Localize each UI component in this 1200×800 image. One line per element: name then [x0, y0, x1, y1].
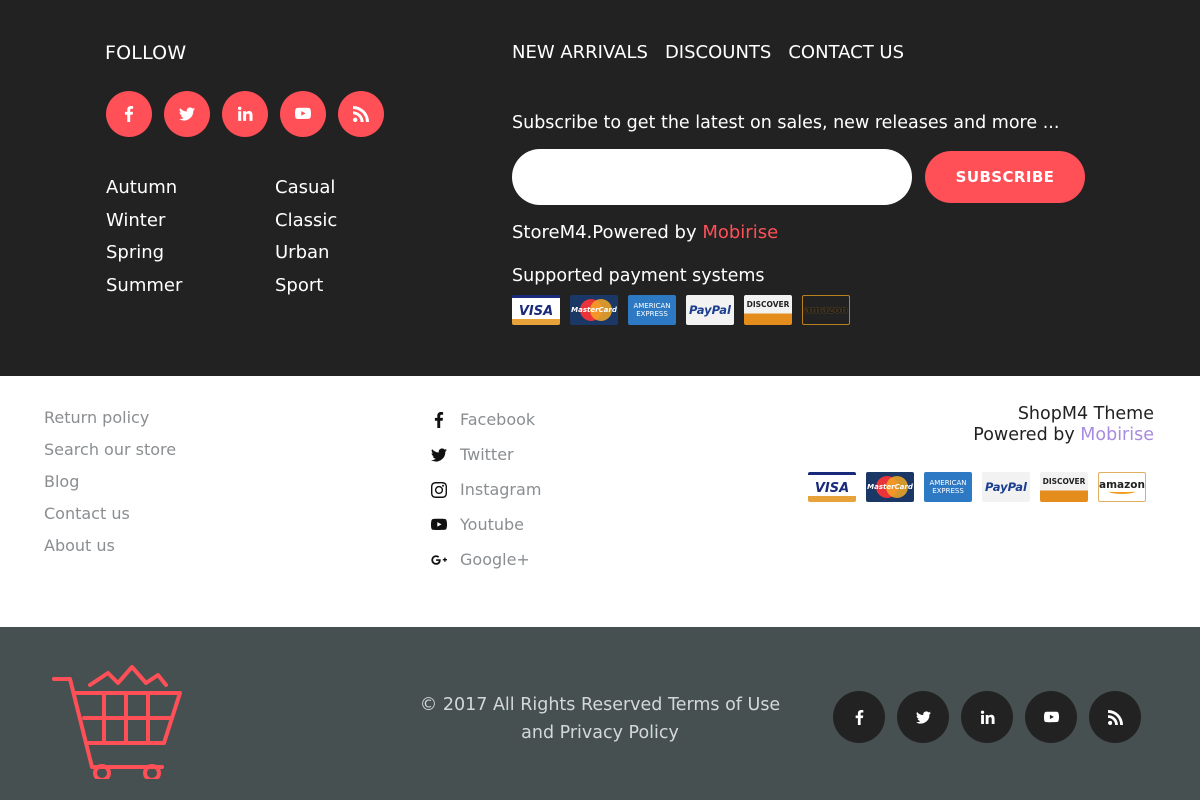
- facebook-icon: [431, 412, 447, 428]
- style-link[interactable]: Sport: [275, 270, 337, 303]
- youtube-icon: [431, 517, 447, 533]
- mastercard-icon: MasterCard: [866, 472, 914, 502]
- social-links-list: Facebook Twitter Instagram Youtube Googl…: [431, 402, 541, 577]
- season-link[interactable]: Summer: [106, 270, 182, 303]
- about-us-link[interactable]: About us: [44, 530, 176, 562]
- amex-icon: AMERICAN EXPRESS: [924, 472, 972, 502]
- linkedin-icon: [237, 106, 253, 122]
- copyright-text: © 2017 All Rights Reserved Terms of Use …: [419, 695, 781, 743]
- twitter-icon: [179, 106, 195, 122]
- facebook-link[interactable]: Facebook: [431, 402, 541, 437]
- linkedin-button[interactable]: [961, 691, 1013, 743]
- twitter-icon: [916, 710, 931, 725]
- linkedin-button[interactable]: [222, 91, 268, 137]
- footer-bottom: © 2017 All Rights Reserved Terms of Use …: [0, 627, 1200, 800]
- blog-link[interactable]: Blog: [44, 466, 176, 498]
- twitter-button[interactable]: [897, 691, 949, 743]
- facebook-button[interactable]: [833, 691, 885, 743]
- paypal-icon: PayPal: [982, 472, 1030, 502]
- twitter-button[interactable]: [164, 91, 210, 137]
- paypal-icon: PayPal: [686, 295, 734, 325]
- footer-nav: NEW ARRIVALS DISCOUNTS CONTACT US: [512, 42, 904, 63]
- powered-by-prefix: StoreM4.Powered by: [512, 222, 703, 243]
- google-plus-icon: [431, 552, 447, 568]
- search-store-link[interactable]: Search our store: [44, 434, 176, 466]
- footer-top: FOLLOW Autumn Winter Spring Summer Casua…: [0, 0, 1200, 376]
- shopping-cart-logo: [52, 665, 182, 779]
- youtube-button[interactable]: [1025, 691, 1077, 743]
- style-link[interactable]: Casual: [275, 172, 337, 205]
- return-policy-link[interactable]: Return policy: [44, 402, 176, 434]
- rss-icon: [1108, 710, 1123, 725]
- amex-icon: AMERICAN EXPRESS: [628, 295, 676, 325]
- style-link[interactable]: Urban: [275, 237, 337, 270]
- visa-icon: VISA: [808, 472, 856, 502]
- instagram-link[interactable]: Instagram: [431, 472, 541, 507]
- mastercard-icon: MasterCard: [570, 295, 618, 325]
- style-list: Casual Classic Urban Sport: [275, 172, 337, 302]
- style-link[interactable]: Classic: [275, 205, 337, 238]
- facebook-icon: [852, 710, 867, 725]
- season-link[interactable]: Autumn: [106, 172, 182, 205]
- twitter-icon: [431, 447, 447, 463]
- theme-powered-by: Powered by Mobirise: [973, 425, 1154, 445]
- rss-button[interactable]: [1089, 691, 1141, 743]
- facebook-button[interactable]: [106, 91, 152, 137]
- subscribe-button[interactable]: SUBSCRIBE: [925, 151, 1085, 203]
- youtube-icon: [295, 106, 311, 122]
- amazon-icon: amazon: [802, 295, 850, 325]
- season-link[interactable]: Winter: [106, 205, 182, 238]
- powered-by-text: StoreM4.Powered by Mobirise: [512, 222, 778, 243]
- discover-icon: DISCOVER: [1040, 472, 1088, 502]
- footer-middle: Return policy Search our store Blog Cont…: [0, 376, 1200, 627]
- twitter-link[interactable]: Twitter: [431, 437, 541, 472]
- facebook-icon: [121, 106, 137, 122]
- email-input[interactable]: [512, 149, 912, 205]
- instagram-icon: [431, 482, 447, 498]
- nav-discounts[interactable]: DISCOUNTS: [665, 42, 771, 63]
- mobirise-link[interactable]: Mobirise: [1080, 425, 1154, 445]
- google-plus-link[interactable]: Google+: [431, 542, 541, 577]
- theme-name: ShopM4 Theme: [1017, 404, 1154, 424]
- season-list: Autumn Winter Spring Summer: [106, 172, 182, 302]
- theme-credit: ShopM4 Theme Powered by Mobirise: [973, 404, 1154, 446]
- nav-contact-us[interactable]: CONTACT US: [788, 42, 904, 63]
- payment-cards: VISA MasterCard AMERICAN EXPRESS PayPal …: [512, 295, 850, 325]
- follow-social-row: [106, 91, 384, 137]
- payment-cards: VISA MasterCard AMERICAN EXPRESS PayPal …: [808, 472, 1146, 502]
- subscribe-text: Subscribe to get the latest on sales, ne…: [512, 113, 1060, 133]
- season-link[interactable]: Spring: [106, 237, 182, 270]
- payment-title: Supported payment systems: [512, 266, 765, 286]
- rss-button[interactable]: [338, 91, 384, 137]
- linkedin-icon: [980, 710, 995, 725]
- bottom-social-row: [833, 691, 1141, 743]
- youtube-button[interactable]: [280, 91, 326, 137]
- follow-title: FOLLOW: [105, 42, 187, 64]
- youtube-link[interactable]: Youtube: [431, 507, 541, 542]
- mobirise-link[interactable]: Mobirise: [702, 222, 778, 243]
- youtube-icon: [1044, 710, 1059, 725]
- visa-icon: VISA: [512, 295, 560, 325]
- amazon-icon: amazon: [1098, 472, 1146, 502]
- contact-us-link[interactable]: Contact us: [44, 498, 176, 530]
- rss-icon: [353, 106, 369, 122]
- discover-icon: DISCOVER: [744, 295, 792, 325]
- info-links: Return policy Search our store Blog Cont…: [44, 402, 176, 562]
- nav-new-arrivals[interactable]: NEW ARRIVALS: [512, 42, 648, 63]
